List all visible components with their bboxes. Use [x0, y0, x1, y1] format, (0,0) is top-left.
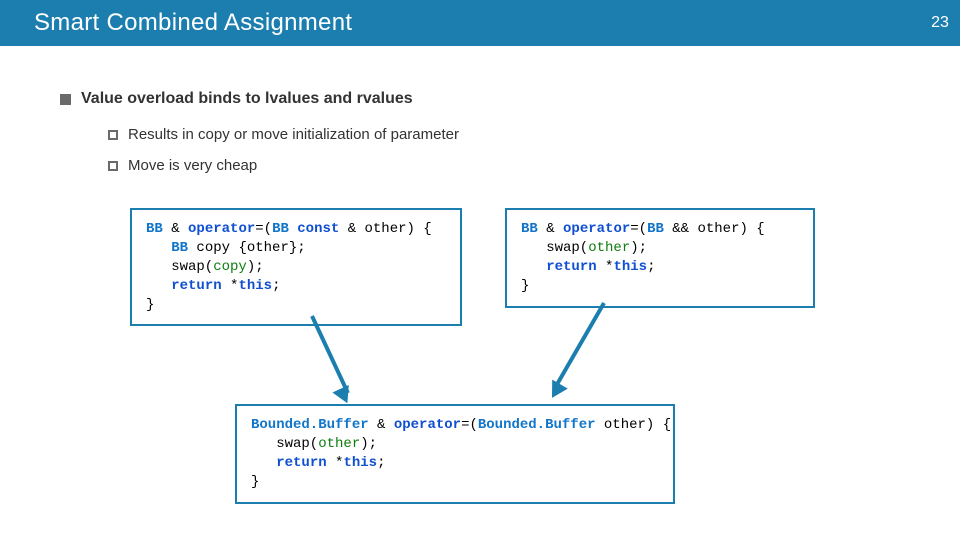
arrow-right-line — [554, 302, 605, 387]
title-bar: Smart Combined Assignment — [0, 0, 920, 46]
bullet-sub-1-text: Results in copy or move initialization o… — [128, 126, 459, 143]
bullet-sub-2: Move is very cheap — [108, 157, 930, 174]
page-number: 23 — [931, 14, 949, 32]
arrow-left-line — [310, 315, 350, 394]
bullet-icon — [108, 161, 118, 171]
bullet-icon — [60, 94, 71, 105]
bullet-icon — [108, 130, 118, 140]
bullet-main: Value overload binds to lvalues and rval… — [60, 90, 930, 108]
slide-header: Smart Combined Assignment 23 — [0, 0, 960, 46]
bullet-sub-2-text: Move is very cheap — [128, 157, 257, 174]
bullet-sub-1: Results in copy or move initialization o… — [108, 126, 930, 143]
code-box-copy-assign: BB & operator=(BB const & other) { BB co… — [130, 208, 462, 326]
bullet-main-text: Value overload binds to lvalues and rval… — [81, 90, 413, 108]
page-number-badge: 23 — [920, 0, 960, 46]
arrow-right-head-icon — [544, 380, 568, 403]
sub-bullet-list: Results in copy or move initialization o… — [108, 126, 930, 174]
slide-title: Smart Combined Assignment — [0, 9, 352, 37]
code-box-move-assign: BB & operator=(BB && other) { swap(other… — [505, 208, 815, 308]
code-box-combined-assign: Bounded.Buffer & operator=(Bounded.Buffe… — [235, 404, 675, 504]
content-area: Value overload binds to lvalues and rval… — [60, 90, 930, 188]
